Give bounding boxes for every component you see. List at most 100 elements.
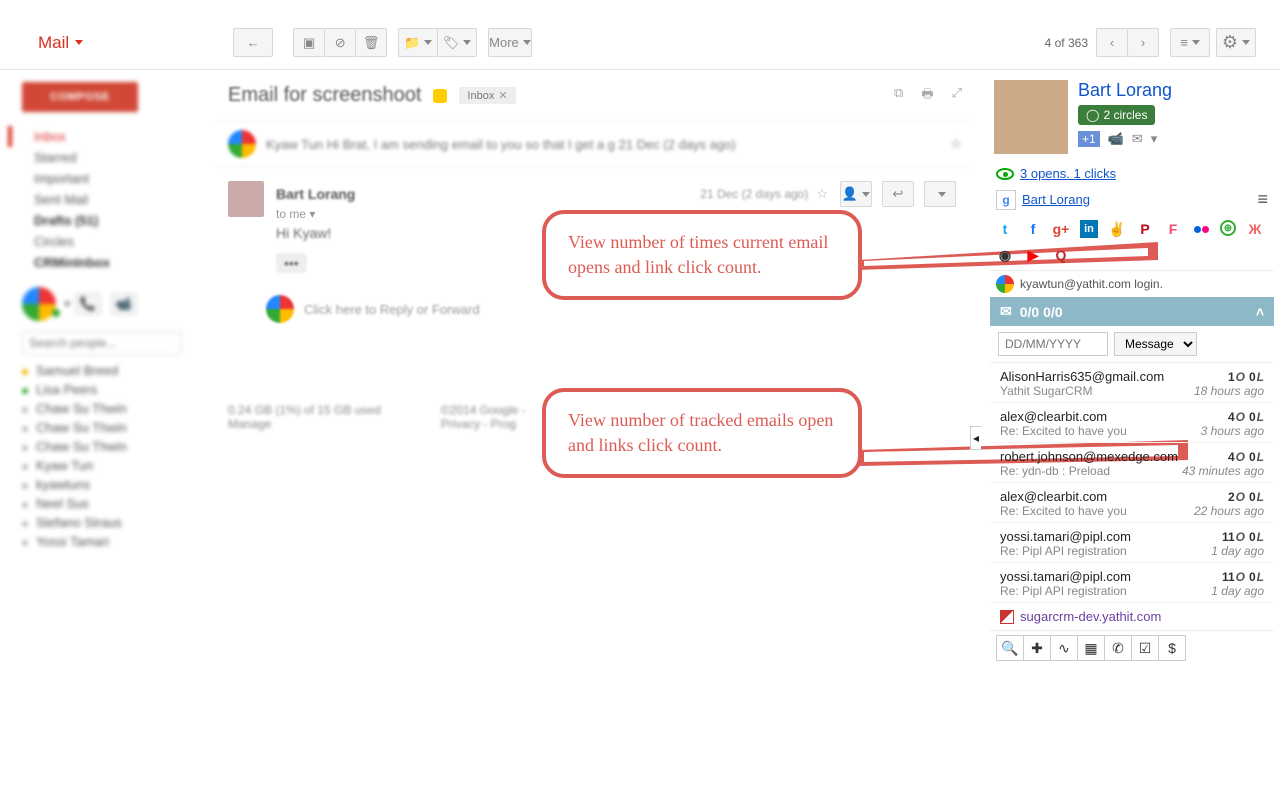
tracked-email-item[interactable]: AlisonHarris635@gmail.com1 0Yathit Sugar…: [990, 363, 1274, 403]
compose-button[interactable]: COMPOSE: [22, 82, 138, 112]
contact-photo[interactable]: [994, 80, 1068, 154]
foursquare-icon[interactable]: F: [1164, 220, 1182, 238]
yathit-icon: [996, 275, 1014, 293]
print-icon[interactable]: 🖶: [921, 85, 933, 107]
nav-item[interactable]: Drafts (51): [22, 210, 210, 231]
facebook-icon[interactable]: f: [1024, 220, 1042, 238]
nav-item[interactable]: Inbox: [8, 126, 210, 147]
sugarcrm-icon: [1000, 610, 1014, 624]
google-name-link[interactable]: Bart Lorang: [1022, 192, 1090, 207]
social-icons: t f g+ in ✌ P F ⊕ Ж ◉ ▶ Q: [990, 214, 1274, 270]
content: Email for screenshoot Inbox✕ ⧉ 🖶 ⤢ Kyaw …: [210, 70, 984, 800]
hangouts-contact[interactable]: Neel Sus: [22, 494, 210, 513]
eye-icon: [996, 168, 1014, 180]
linkedin-icon[interactable]: in: [1080, 220, 1098, 238]
label-chip-inbox[interactable]: Inbox✕: [459, 87, 515, 104]
star-icon[interactable]: ☆: [816, 186, 828, 202]
tracking-header[interactable]: ✉ 0/0 0/0 ˄: [990, 297, 1274, 326]
collapsed-message[interactable]: Kyaw Tun Hi Brat, I am sending email to …: [218, 121, 972, 167]
nav-item[interactable]: Important: [22, 168, 210, 189]
nav-item[interactable]: Sent Mail: [22, 189, 210, 210]
hangouts-contact[interactable]: kyawtuns: [22, 475, 210, 494]
klout-icon[interactable]: Ж: [1246, 220, 1264, 238]
hangouts-contact[interactable]: Kyaw Tun: [22, 456, 210, 475]
sender-name: Bart Lorang: [276, 186, 355, 202]
tracked-email-item[interactable]: yossi.tamari@pipl.com11 0Re: Pipl API re…: [990, 563, 1274, 603]
hangouts-contact[interactable]: Yossi Tamari: [22, 532, 210, 551]
tracked-email-item[interactable]: alex@clearbit.com4 0Re: Excited to have …: [990, 403, 1274, 443]
email-subject: Email for screenshoot: [228, 84, 421, 107]
aboutme-icon[interactable]: ✌: [1108, 220, 1126, 238]
nav-item[interactable]: Circles: [22, 231, 210, 252]
settings-button[interactable]: ⚙: [1216, 28, 1256, 57]
tool-add[interactable]: ✚: [1023, 635, 1051, 661]
popout-icon[interactable]: ⤢: [952, 85, 962, 107]
crm-host-link[interactable]: sugarcrm-dev.yathit.com: [1020, 609, 1161, 624]
tool-opportunity[interactable]: $: [1158, 635, 1186, 661]
call-button[interactable]: 📞: [75, 293, 101, 315]
pinterest-icon[interactable]: P: [1136, 220, 1154, 238]
type-filter-select[interactable]: Message: [1114, 332, 1197, 356]
youtube-icon[interactable]: ▶: [1024, 246, 1042, 264]
reply-more-button[interactable]: [924, 181, 956, 207]
hangout-video-icon[interactable]: 📹: [1108, 131, 1124, 147]
gplus-add-icon[interactable]: +1: [1078, 131, 1100, 147]
tracked-email-item[interactable]: alex@clearbit.com2 0Re: Excited to have …: [990, 483, 1274, 523]
prev-button[interactable]: ‹: [1096, 28, 1128, 57]
quora-icon[interactable]: Q: [1052, 246, 1070, 264]
menu-icon[interactable]: ≡: [1257, 189, 1268, 210]
chevron-up-icon[interactable]: ˄: [1256, 304, 1264, 320]
archive-button[interactable]: ▣: [293, 28, 325, 57]
hangouts-contact[interactable]: Stefano Straus: [22, 513, 210, 532]
trimmed-content-toggle[interactable]: •••: [276, 253, 307, 273]
googleplus-icon[interactable]: g+: [1052, 220, 1070, 238]
hangouts-avatar[interactable]: [22, 287, 56, 321]
importance-marker[interactable]: [433, 89, 447, 103]
search-people-input[interactable]: [22, 331, 182, 355]
reply-placeholder[interactable]: Click here to Reply or Forward: [304, 302, 480, 317]
hangouts-contact[interactable]: Samuel Breed: [22, 361, 210, 380]
date-filter-input[interactable]: [998, 332, 1108, 356]
people-icon[interactable]: ⧉: [894, 85, 903, 107]
more-caret-icon[interactable]: ▾: [1151, 131, 1158, 147]
mail-dropdown[interactable]: Mail: [38, 33, 83, 53]
hangouts-contact[interactable]: Chaw Su Thwin: [22, 418, 210, 437]
tracked-email-item[interactable]: yossi.tamari@pipl.com11 0Re: Pipl API re…: [990, 523, 1274, 563]
login-status: kyawtun@yathit.com login.: [1020, 277, 1163, 291]
tracked-email-item[interactable]: robert.johnson@mexedge.com4 0Re: ydn-db …: [990, 443, 1274, 483]
hangouts-contact[interactable]: Chaw Su Thwin: [22, 437, 210, 456]
circles-badge[interactable]: ◯ 2 circles: [1078, 105, 1155, 125]
tool-search[interactable]: 🔍: [996, 635, 1024, 661]
hangouts-contact[interactable]: Lisa Peers: [22, 380, 210, 399]
contact-name[interactable]: Bart Lorang: [1078, 80, 1172, 101]
annotation-callout-1: View number of times current email opens…: [542, 210, 862, 300]
next-button[interactable]: ›: [1127, 28, 1159, 57]
tool-task[interactable]: ☑: [1131, 635, 1159, 661]
labels-button[interactable]: 🏷: [437, 28, 477, 57]
reply-button[interactable]: ↩: [882, 181, 914, 207]
opens-clicks-link[interactable]: 3 opens. 1 clicks: [1020, 166, 1116, 181]
nav-item[interactable]: CRMinInbox: [22, 252, 210, 273]
flickr-icon[interactable]: [1192, 220, 1210, 238]
email-icon[interactable]: ✉: [1132, 131, 1143, 147]
envelope-icon: ✉: [1000, 303, 1012, 320]
tool-call[interactable]: ✆: [1104, 635, 1132, 661]
delete-button[interactable]: 🗑: [355, 28, 387, 57]
spam-button[interactable]: ⊘: [324, 28, 356, 57]
add-contact-button[interactable]: 👤: [840, 181, 872, 207]
hangouts-contact[interactable]: Chaw Su Thwin: [22, 399, 210, 418]
panel-collapse-tab[interactable]: ◂: [970, 426, 981, 450]
more-button[interactable]: More: [488, 28, 532, 57]
density-button[interactable]: ≡: [1170, 28, 1210, 57]
tool-feed[interactable]: ∿: [1050, 635, 1078, 661]
back-button[interactable]: ←: [233, 28, 273, 57]
move-button[interactable]: 📁: [398, 28, 438, 57]
twitter-icon[interactable]: t: [996, 220, 1014, 238]
github-icon[interactable]: ◉: [996, 246, 1014, 264]
sender-avatar[interactable]: [228, 181, 264, 217]
nav-item[interactable]: Starred: [22, 147, 210, 168]
message-date: 21 Dec (2 days ago): [700, 187, 808, 201]
video-button[interactable]: 📹: [111, 293, 137, 315]
tool-calendar[interactable]: ▦: [1077, 635, 1105, 661]
globe-icon[interactable]: ⊕: [1220, 220, 1236, 236]
